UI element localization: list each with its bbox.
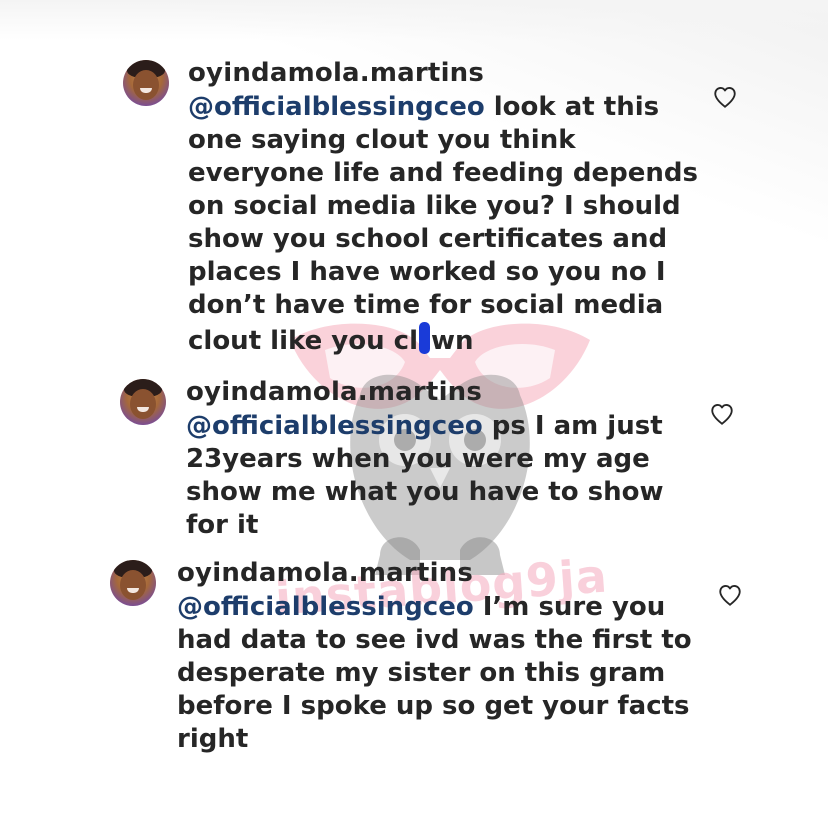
- comment-body-end: wn: [430, 326, 474, 356]
- comment-body: look at this one saying clout you think …: [188, 92, 698, 356]
- screenshot: instablog9ja oyindamola.martins @officia…: [0, 0, 828, 823]
- mention-link[interactable]: @officialblessingceo: [177, 592, 474, 622]
- heart-outline-icon[interactable]: [717, 582, 743, 608]
- heart-outline-icon[interactable]: [712, 84, 738, 110]
- avatar[interactable]: [123, 60, 169, 106]
- comment-username[interactable]: oyindamola.martins: [186, 377, 664, 407]
- comment-username[interactable]: oyindamola.martins: [177, 558, 692, 588]
- censor-mark: [418, 322, 430, 354]
- comment-text: @officialblessingceo ps I am just 23year…: [186, 410, 664, 542]
- avatar[interactable]: [110, 560, 156, 606]
- mention-link[interactable]: @officialblessingceo: [186, 411, 483, 441]
- comment-username[interactable]: oyindamola.martins: [188, 58, 698, 88]
- comment-text: @officialblessingceo look at this one sa…: [188, 91, 698, 358]
- heart-outline-icon[interactable]: [709, 401, 735, 427]
- mention-link[interactable]: @officialblessingceo: [188, 92, 485, 122]
- comment-text: @officialblessingceo I’m sure you had da…: [177, 591, 692, 756]
- avatar[interactable]: [120, 379, 166, 425]
- top-shade: [0, 0, 828, 40]
